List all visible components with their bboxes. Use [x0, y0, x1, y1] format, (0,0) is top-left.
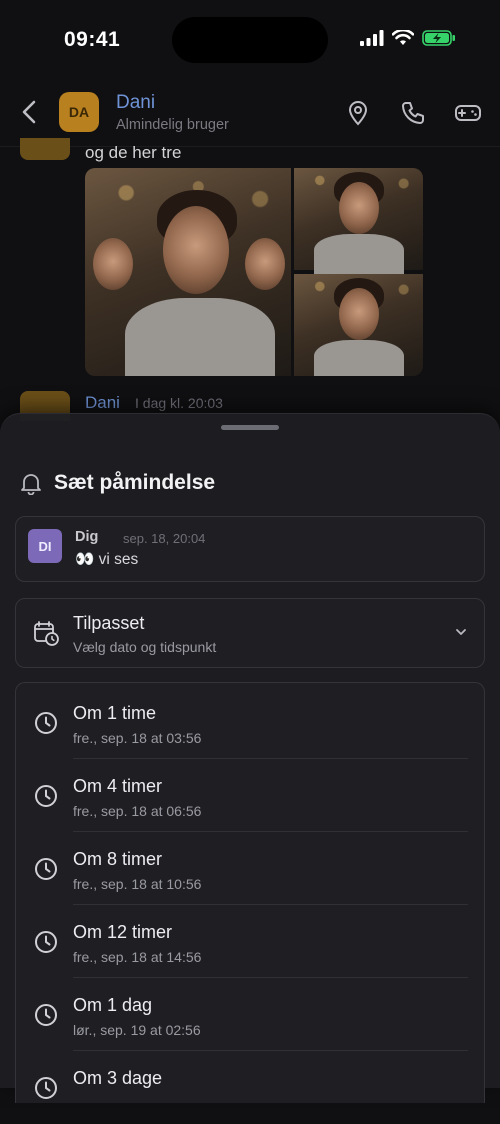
message-avatar — [20, 138, 70, 160]
status-bar: 09:41 — [0, 0, 500, 80]
option-title: Om 12 timer — [73, 922, 173, 942]
message-author: Dig — [75, 529, 99, 545]
chevron-down-icon[interactable] — [454, 625, 468, 639]
chat-header: DA Dani Almindelig bruger — [0, 80, 500, 147]
dynamic-island — [172, 17, 328, 63]
option-title: Om 1 time — [73, 703, 157, 723]
photo[interactable] — [294, 274, 423, 376]
status-time: 09:41 — [64, 28, 121, 51]
avatar[interactable]: DA — [59, 92, 99, 132]
status-icons — [360, 30, 456, 46]
reminder-sheet: Sæt påmindelse DI Dig sep. 18, 20:04 👀 v… — [0, 413, 500, 1103]
contact-name[interactable]: Dani — [116, 92, 155, 114]
message-timestamp: I dag kl. 20:03 — [135, 395, 223, 411]
sheet-title: Sæt påmindelse — [54, 471, 216, 494]
clock-icon — [35, 858, 57, 880]
photo[interactable] — [85, 168, 291, 376]
option-title: Om 1 dag — [73, 995, 153, 1015]
battery-icon — [422, 30, 455, 46]
list-item[interactable]: Om 12 timer fre., sep. 18 at 14:56 — [16, 905, 484, 978]
option-subtitle: Vælg dato og tidspunkt — [73, 639, 217, 655]
wifi-icon — [392, 30, 414, 45]
phone-icon[interactable] — [400, 100, 426, 126]
photo[interactable] — [294, 168, 423, 274]
custom-reminder-option[interactable]: Tilpasset Vælg dato og tidspunkt — [15, 598, 485, 668]
avatar: DI — [28, 529, 62, 563]
clock-icon — [35, 785, 57, 807]
option-title: Om 8 timer — [73, 849, 163, 869]
list-item[interactable]: Om 3 dage — [16, 1051, 484, 1124]
contact-status: Almindelig bruger — [116, 117, 229, 133]
clock-icon — [35, 1077, 57, 1099]
option-title: Tilpasset — [73, 613, 145, 633]
message-preview: DI Dig sep. 18, 20:04 👀 vi ses — [15, 516, 485, 582]
gamepad-icon[interactable] — [454, 100, 482, 126]
option-subtitle: fre., sep. 18 at 10:56 — [73, 876, 202, 892]
signal-icon — [360, 30, 384, 46]
list-item[interactable]: Om 1 time fre., sep. 18 at 03:56 — [16, 686, 484, 759]
back-icon[interactable] — [18, 98, 40, 126]
message-timestamp: sep. 18, 20:04 — [123, 531, 206, 546]
list-item[interactable]: Om 8 timer fre., sep. 18 at 10:56 — [16, 832, 484, 905]
message-author[interactable]: Dani — [85, 393, 120, 413]
chat-history: og de her tre Dani I dag kl. 20:03 — [0, 138, 500, 426]
sheet-header: Sæt påmindelse — [20, 471, 215, 495]
list-item[interactable]: Om 1 dag lør., sep. 19 at 02:56 — [16, 978, 484, 1051]
sheet-grabber[interactable] — [221, 425, 279, 430]
clock-icon — [35, 931, 57, 953]
option-subtitle: fre., sep. 18 at 03:56 — [73, 730, 202, 746]
option-subtitle: lør., sep. 19 at 02:56 — [73, 1022, 201, 1038]
clock-icon — [35, 1004, 57, 1026]
option-title: Om 4 timer — [73, 776, 163, 796]
list-item[interactable]: Om 4 timer fre., sep. 18 at 06:56 — [16, 759, 484, 832]
location-pin-icon[interactable] — [345, 100, 371, 126]
message-text: 👀 vi ses — [75, 551, 139, 568]
option-subtitle: fre., sep. 18 at 14:56 — [73, 949, 202, 965]
clock-icon — [35, 712, 57, 734]
message-text: og de her tre — [85, 143, 182, 162]
bell-icon — [21, 474, 41, 495]
preset-options-list: Om 1 time fre., sep. 18 at 03:56 Om 4 ti… — [15, 682, 485, 1103]
calendar-clock-icon — [34, 621, 59, 646]
option-title: Om 3 dage — [73, 1068, 163, 1088]
photo-gallery[interactable] — [85, 168, 423, 376]
option-subtitle: fre., sep. 18 at 06:56 — [73, 803, 202, 819]
